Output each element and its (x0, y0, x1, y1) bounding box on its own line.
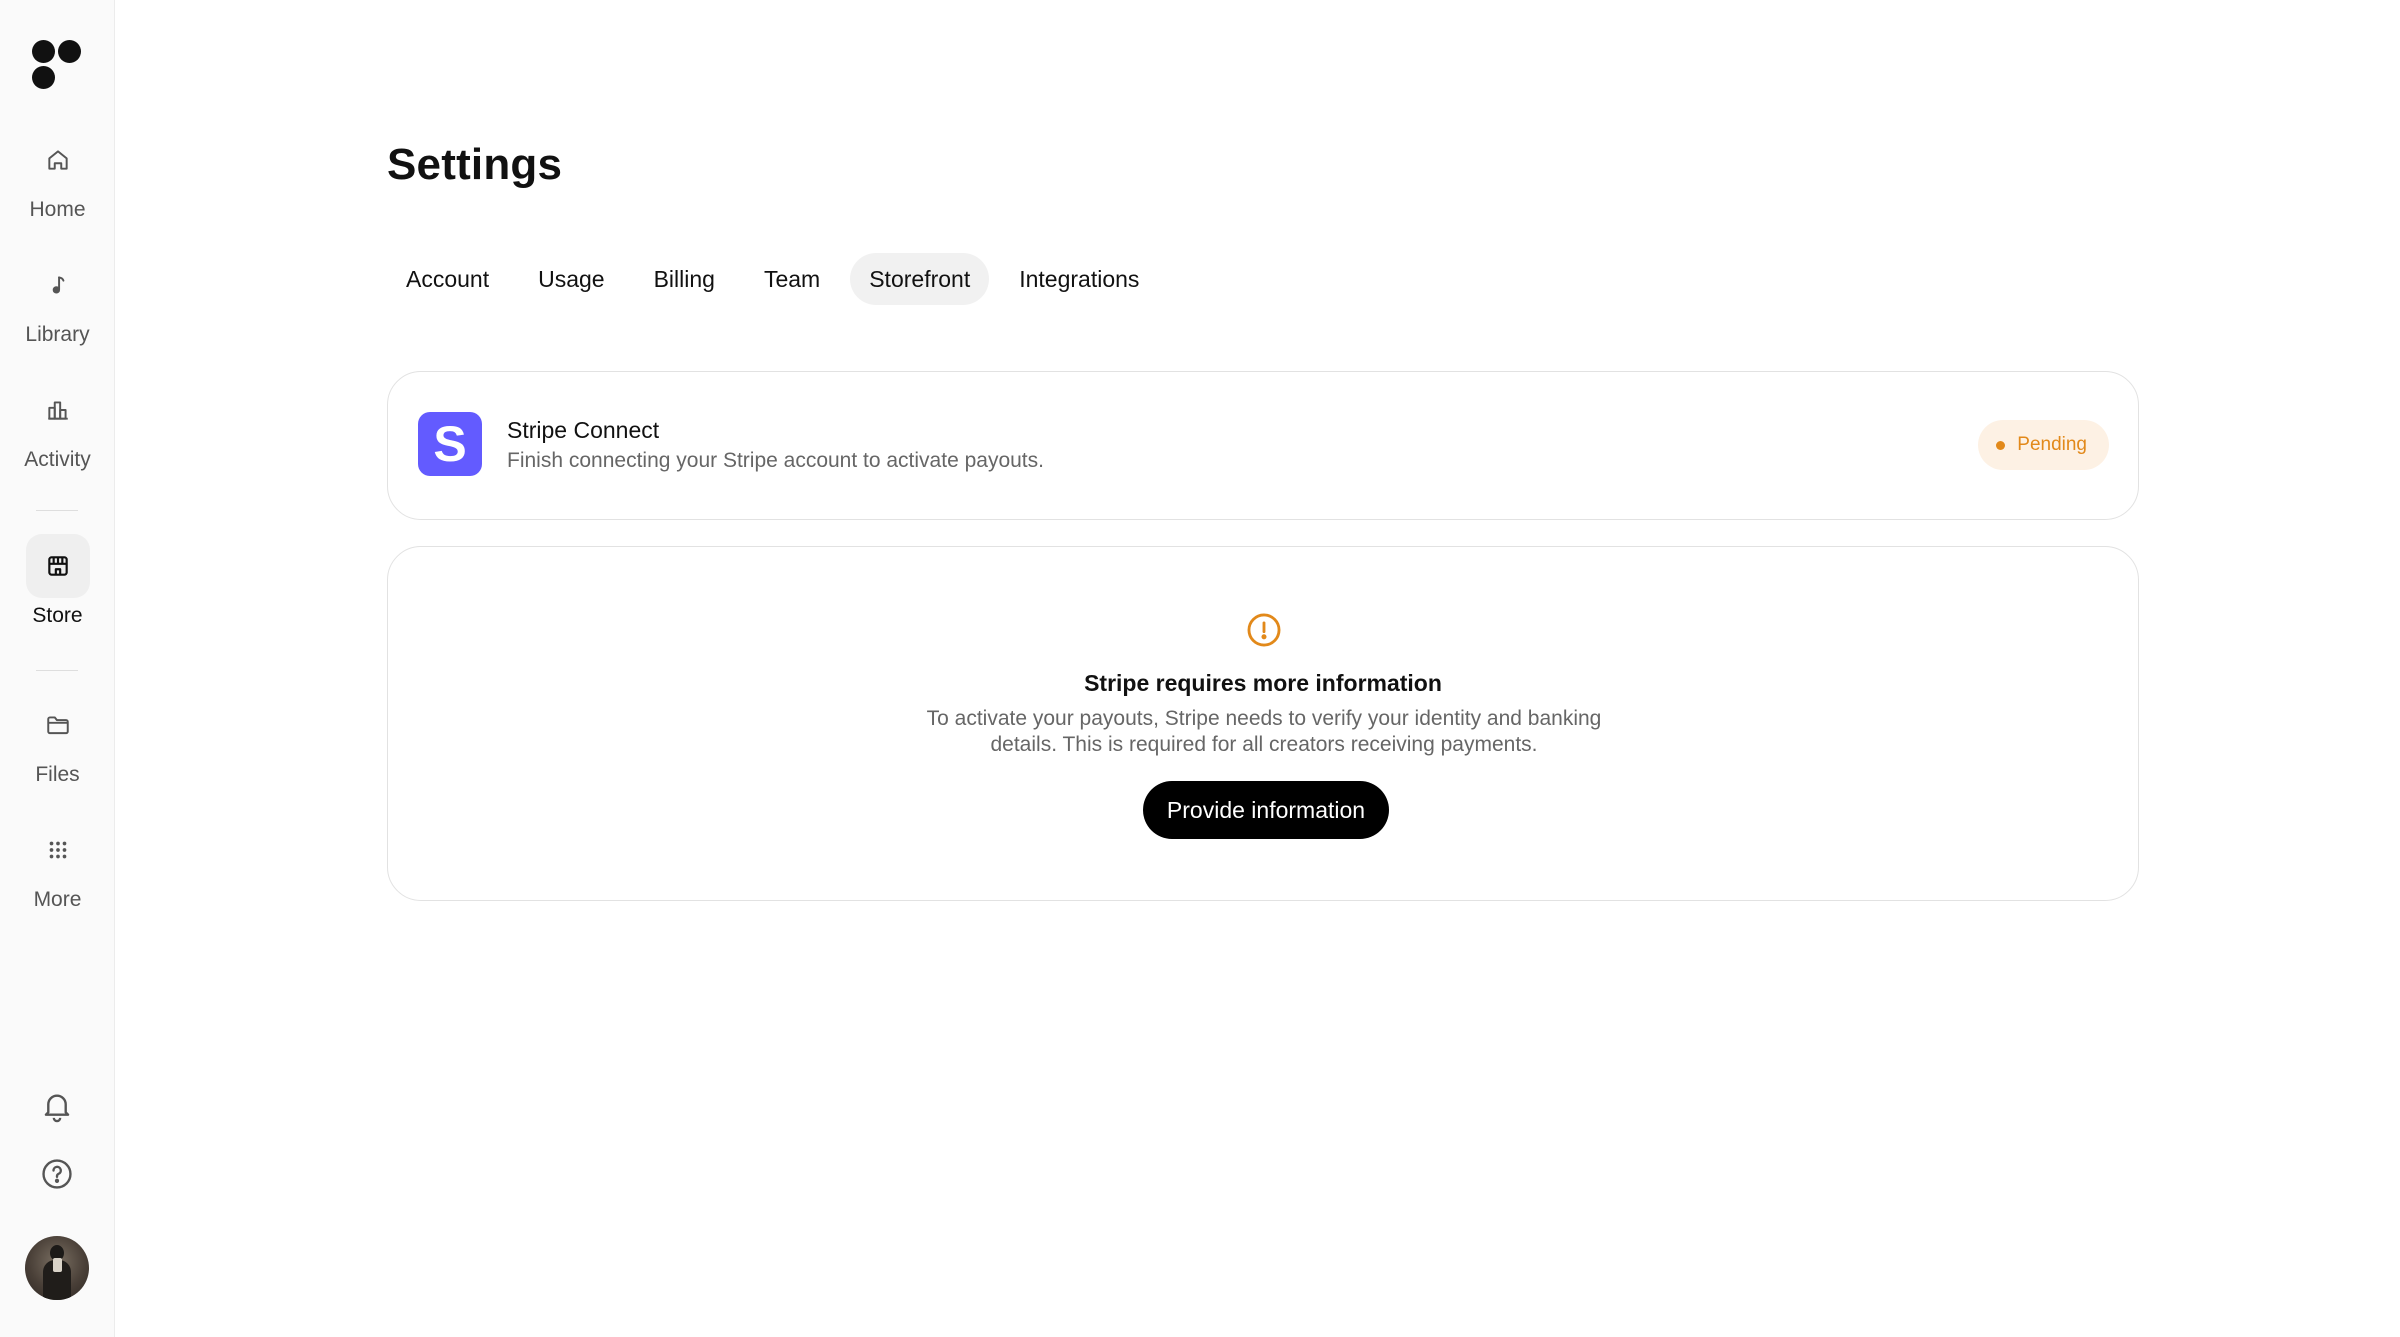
home-icon (26, 128, 90, 192)
sidebar-item-label: Home (29, 198, 86, 221)
tab-team[interactable]: Team (745, 253, 839, 305)
sidebar-divider (36, 670, 78, 671)
sidebar-item-label: Files (35, 763, 80, 786)
folder-icon (26, 693, 90, 757)
sidebar-item-label: Activity (24, 448, 91, 471)
info-description: To activate your payouts, Stripe needs t… (926, 707, 1602, 756)
tab-usage[interactable]: Usage (519, 253, 623, 305)
sidebar-divider (36, 510, 78, 511)
status-badge: Pending (1978, 420, 2109, 470)
alert-circle-icon (1245, 611, 1283, 649)
stripe-connect-title: Stripe Connect (507, 417, 660, 443)
sidebar-item-label: Store (32, 604, 83, 627)
tab-storefront[interactable]: Storefront (850, 253, 990, 305)
sidebar-item-store[interactable]: Store (0, 534, 115, 628)
sidebar-item-home[interactable]: Home (0, 128, 115, 222)
sidebar: Home Library Activity Store Files More (0, 0, 115, 1337)
sidebar-item-files[interactable]: Files (0, 693, 115, 787)
sidebar-item-activity[interactable]: Activity (0, 378, 115, 472)
stripe-info-card: Stripe requires more information To acti… (387, 546, 2139, 901)
bar-chart-icon (26, 378, 90, 442)
sidebar-item-more[interactable]: More (0, 818, 115, 912)
bell-icon[interactable] (38, 1087, 76, 1125)
help-circle-icon[interactable] (38, 1155, 76, 1193)
provide-information-button[interactable]: Provide information (1143, 781, 1389, 839)
status-dot-icon (1996, 440, 2006, 450)
sidebar-item-library[interactable]: Library (0, 253, 115, 347)
stripe-connect-card: S Stripe Connect Finish connecting your … (387, 371, 2139, 520)
music-note-icon (26, 253, 90, 317)
grid-dots-icon (26, 818, 90, 882)
info-title: Stripe requires more information (1084, 670, 1442, 696)
stripe-connect-description: Finish connecting your Stripe account to… (507, 449, 1044, 472)
status-badge-label: Pending (2017, 434, 2087, 455)
tab-integrations[interactable]: Integrations (1000, 253, 1158, 305)
tab-billing[interactable]: Billing (635, 253, 734, 305)
page-title: Settings (387, 140, 563, 189)
sidebar-item-label: More (33, 888, 82, 911)
settings-tabs: Account Usage Billing Team Storefront In… (387, 253, 1169, 305)
store-icon (25, 534, 90, 598)
app-root: Home Library Activity Store Files More S… (0, 0, 2400, 1337)
stripe-logo: S (418, 412, 482, 476)
sidebar-item-label: Library (25, 323, 90, 346)
avatar[interactable] (25, 1236, 89, 1300)
tab-account[interactable]: Account (387, 253, 508, 305)
app-logo[interactable] (30, 38, 86, 90)
